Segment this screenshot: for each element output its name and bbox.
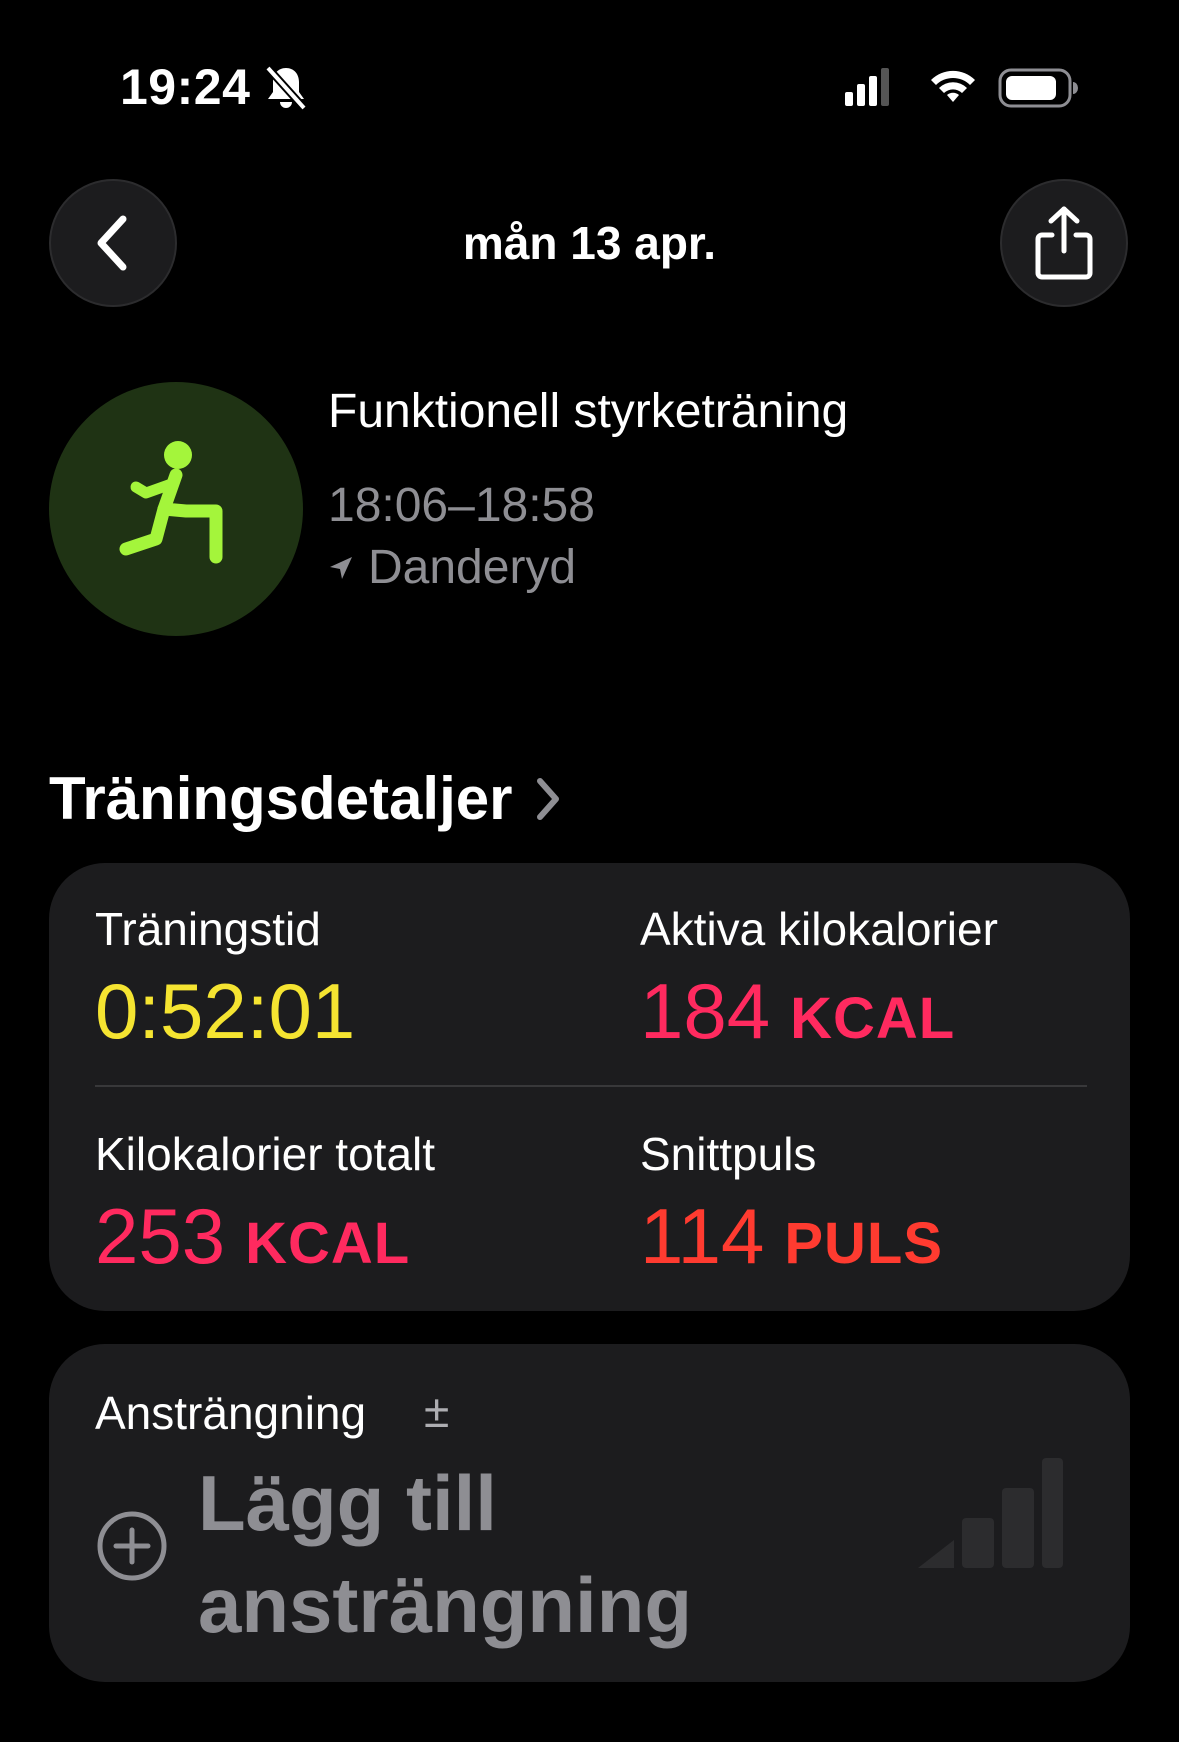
metric-number: 184 <box>640 967 771 1055</box>
wifi-icon <box>931 70 975 102</box>
add-effort-button[interactable]: Lägg till ansträngning <box>198 1452 692 1656</box>
metric-label-active-calories: Aktiva kilokalorier <box>640 903 998 955</box>
add-effort-line2: ansträngning <box>198 1561 693 1649</box>
metric-number: 114 <box>640 1192 765 1280</box>
metric-value-avg-heart-rate: 114 PULS <box>640 1191 943 1282</box>
workout-time-range: 18:06–18:58 <box>328 479 595 532</box>
metric-label-duration: Träningstid <box>95 903 321 955</box>
status-time: 19:24 <box>120 59 251 115</box>
metric-value-active-calories: 184 KCAL <box>640 966 955 1057</box>
cellular-signal-icon <box>845 68 889 106</box>
share-button[interactable] <box>1000 179 1128 307</box>
metric-label-avg-heart-rate: Snittpuls <box>640 1128 817 1180</box>
workout-location: Danderyd <box>328 540 576 595</box>
section-training-details[interactable]: Träningsdetaljer <box>49 764 562 833</box>
metric-unit: KCAL <box>245 1211 411 1276</box>
chevron-right-icon <box>537 777 560 820</box>
bell-slash-icon <box>265 65 307 111</box>
functional-strength-icon <box>119 441 223 564</box>
metric-label-total-calories: Kilokalorier totalt <box>95 1128 436 1180</box>
effort-label: Ansträngning <box>95 1387 367 1439</box>
add-circle-icon[interactable] <box>96 1510 168 1582</box>
metric-unit: KCAL <box>790 986 956 1051</box>
effort-bars-icon <box>918 1458 1063 1568</box>
metric-number: 253 <box>95 1192 226 1280</box>
workout-location-text: Danderyd <box>368 541 577 594</box>
battery-icon <box>998 68 1078 108</box>
workout-name: Funktionell styrketräning <box>328 385 849 438</box>
section-title: Träningsdetaljer <box>49 765 513 832</box>
metric-value-total-calories: 253 KCAL <box>95 1191 410 1282</box>
location-arrow-icon <box>330 556 352 579</box>
share-icon <box>1035 206 1093 280</box>
workout-type-icon <box>49 382 303 636</box>
metric-number: 0:52:01 <box>95 967 356 1055</box>
add-effort-line1: Lägg till <box>198 1459 497 1547</box>
effort-plus-minus-icon: ± <box>424 1385 450 1437</box>
divider <box>95 1085 1087 1087</box>
metric-unit: PULS <box>784 1211 944 1276</box>
metric-value-duration: 0:52:01 <box>95 966 355 1057</box>
